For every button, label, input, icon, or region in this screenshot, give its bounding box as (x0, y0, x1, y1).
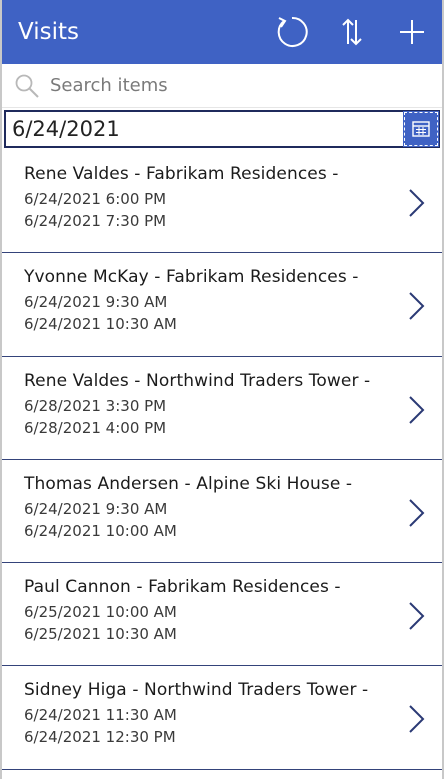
list-item[interactable]: Paul Cannon - Fabrikam Residences - 6/25… (2, 563, 442, 667)
chevron-right-icon[interactable] (406, 601, 426, 631)
visit-start: 6/24/2021 9:30 AM (24, 499, 168, 518)
chevron-right-icon[interactable] (406, 188, 426, 218)
header-bar: Visits (2, 0, 442, 64)
add-icon (400, 20, 424, 44)
visit-start: 6/25/2021 10:00 AM (24, 603, 177, 622)
visit-start: 6/24/2021 9:30 AM (24, 293, 168, 312)
sort-button[interactable] (322, 0, 382, 64)
chevron-right-icon[interactable] (406, 395, 426, 425)
visit-title: Rene Valdes - Northwind Traders Tower - (24, 370, 371, 391)
visit-start: 6/24/2021 11:30 AM (24, 706, 177, 725)
search-input[interactable] (50, 75, 410, 96)
visits-list: Rene Valdes - Fabrikam Residences - 6/24… (2, 150, 442, 770)
visit-title: Yvonne McKay - Fabrikam Residences - (24, 267, 359, 288)
sort-icon (342, 18, 362, 46)
calendar-button[interactable] (403, 111, 439, 147)
visit-end: 6/24/2021 7:30 PM (24, 212, 167, 230)
refresh-button[interactable] (262, 0, 322, 64)
refresh-icon (277, 16, 308, 47)
list-item[interactable]: Yvonne McKay - Fabrikam Residences - 6/2… (2, 253, 442, 357)
chevron-right-icon[interactable] (406, 291, 426, 321)
visit-start: 6/28/2021 3:30 PM (24, 396, 167, 415)
visit-end: 6/28/2021 4:00 PM (24, 418, 167, 437)
add-button[interactable] (382, 0, 442, 64)
visit-title: Sidney Higa - Northwind Traders Tower - (24, 680, 369, 701)
visits-app: Visits 6/24/2021 (0, 0, 444, 779)
visit-start: 6/24/2021 6:00 PM (24, 190, 167, 208)
search-bar (2, 64, 442, 108)
visit-end: 6/24/2021 12:30 PM (24, 728, 176, 747)
list-item[interactable]: Sidney Higa - Northwind Traders Tower - … (2, 666, 442, 770)
page-title: Visits (18, 19, 79, 45)
chevron-right-icon[interactable] (406, 498, 426, 528)
list-item[interactable]: Thomas Andersen - Alpine Ski House - 6/2… (2, 460, 442, 564)
list-item[interactable]: Rene Valdes - Northwind Traders Tower - … (2, 357, 442, 460)
visit-title: Rene Valdes - Fabrikam Residences - (24, 164, 339, 184)
visit-end: 6/24/2021 10:30 AM (24, 315, 177, 334)
visit-end: 6/24/2021 10:00 AM (24, 521, 177, 540)
list-item[interactable]: Rene Valdes - Fabrikam Residences - 6/24… (2, 150, 442, 254)
date-picker-value[interactable]: 6/24/2021 (6, 112, 404, 146)
visit-title: Paul Cannon - Fabrikam Residences - (24, 577, 341, 598)
search-icon (12, 71, 42, 101)
visit-end: 6/25/2021 10:30 AM (24, 625, 177, 644)
date-picker[interactable]: 6/24/2021 (4, 110, 440, 148)
visit-title: Thomas Andersen - Alpine Ski House - (24, 473, 353, 494)
calendar-icon (412, 121, 430, 137)
chevron-right-icon[interactable] (406, 704, 426, 734)
